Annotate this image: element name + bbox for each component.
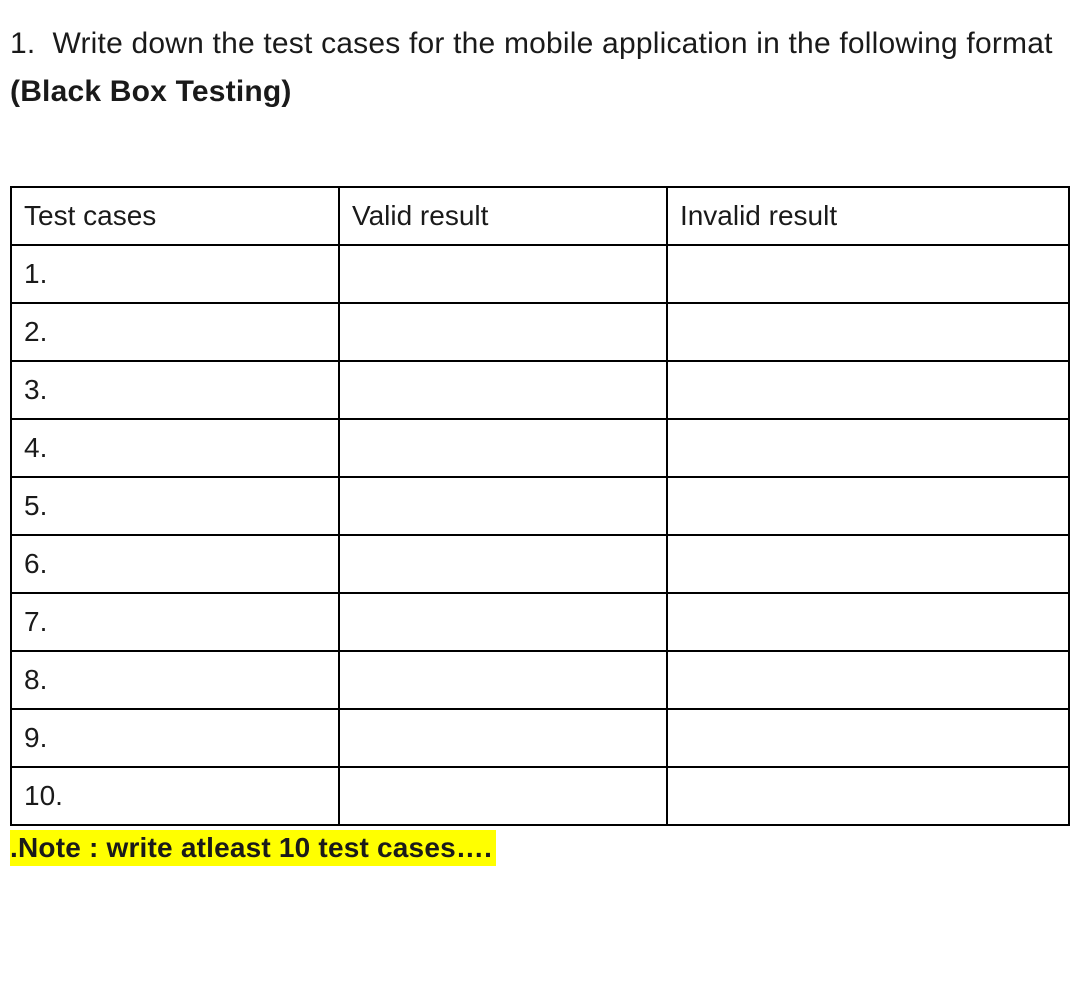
table-row: 4. (11, 419, 1069, 477)
cell-valid (339, 477, 667, 535)
cell-valid (339, 245, 667, 303)
cell-invalid (667, 535, 1069, 593)
table-body: 1. 2. 3. 4. 5. 6. 7. (11, 245, 1069, 825)
cell-invalid (667, 245, 1069, 303)
cell-invalid (667, 709, 1069, 767)
cell-testcase: 5. (11, 477, 339, 535)
header-testcases: Test cases (11, 187, 339, 245)
cell-testcase: 1. (11, 245, 339, 303)
table-row: 9. (11, 709, 1069, 767)
cell-valid (339, 303, 667, 361)
cell-testcase: 3. (11, 361, 339, 419)
table-row: 10. (11, 767, 1069, 825)
table-row: 1. (11, 245, 1069, 303)
table-header-row: Test cases Valid result Invalid result (11, 187, 1069, 245)
cell-testcase: 6. (11, 535, 339, 593)
test-cases-table: Test cases Valid result Invalid result 1… (10, 186, 1070, 826)
cell-testcase: 4. (11, 419, 339, 477)
cell-invalid (667, 303, 1069, 361)
cell-valid (339, 535, 667, 593)
table-row: 2. (11, 303, 1069, 361)
table-row: 7. (11, 593, 1069, 651)
cell-valid (339, 361, 667, 419)
table-row: 3. (11, 361, 1069, 419)
cell-testcase: 7. (11, 593, 339, 651)
note-text: .Note : write atleast 10 test cases…. (10, 830, 496, 866)
question-body: Write down the test cases for the mobile… (53, 27, 1053, 60)
cell-testcase: 2. (11, 303, 339, 361)
table-row: 6. (11, 535, 1069, 593)
cell-invalid (667, 477, 1069, 535)
cell-testcase: 8. (11, 651, 339, 709)
cell-invalid (667, 767, 1069, 825)
table-row: 8. (11, 651, 1069, 709)
cell-valid (339, 593, 667, 651)
cell-invalid (667, 419, 1069, 477)
header-invalid-result: Invalid result (667, 187, 1069, 245)
header-valid-result: Valid result (339, 187, 667, 245)
cell-invalid (667, 651, 1069, 709)
cell-testcase: 10. (11, 767, 339, 825)
cell-valid (339, 651, 667, 709)
cell-valid (339, 419, 667, 477)
question-text: 1. Write down the test cases for the mob… (10, 20, 1070, 116)
question-bold: (Black Box Testing) (10, 75, 292, 108)
question-number: 1. (10, 27, 35, 60)
cell-valid (339, 767, 667, 825)
cell-invalid (667, 593, 1069, 651)
cell-invalid (667, 361, 1069, 419)
cell-valid (339, 709, 667, 767)
table-row: 5. (11, 477, 1069, 535)
cell-testcase: 9. (11, 709, 339, 767)
